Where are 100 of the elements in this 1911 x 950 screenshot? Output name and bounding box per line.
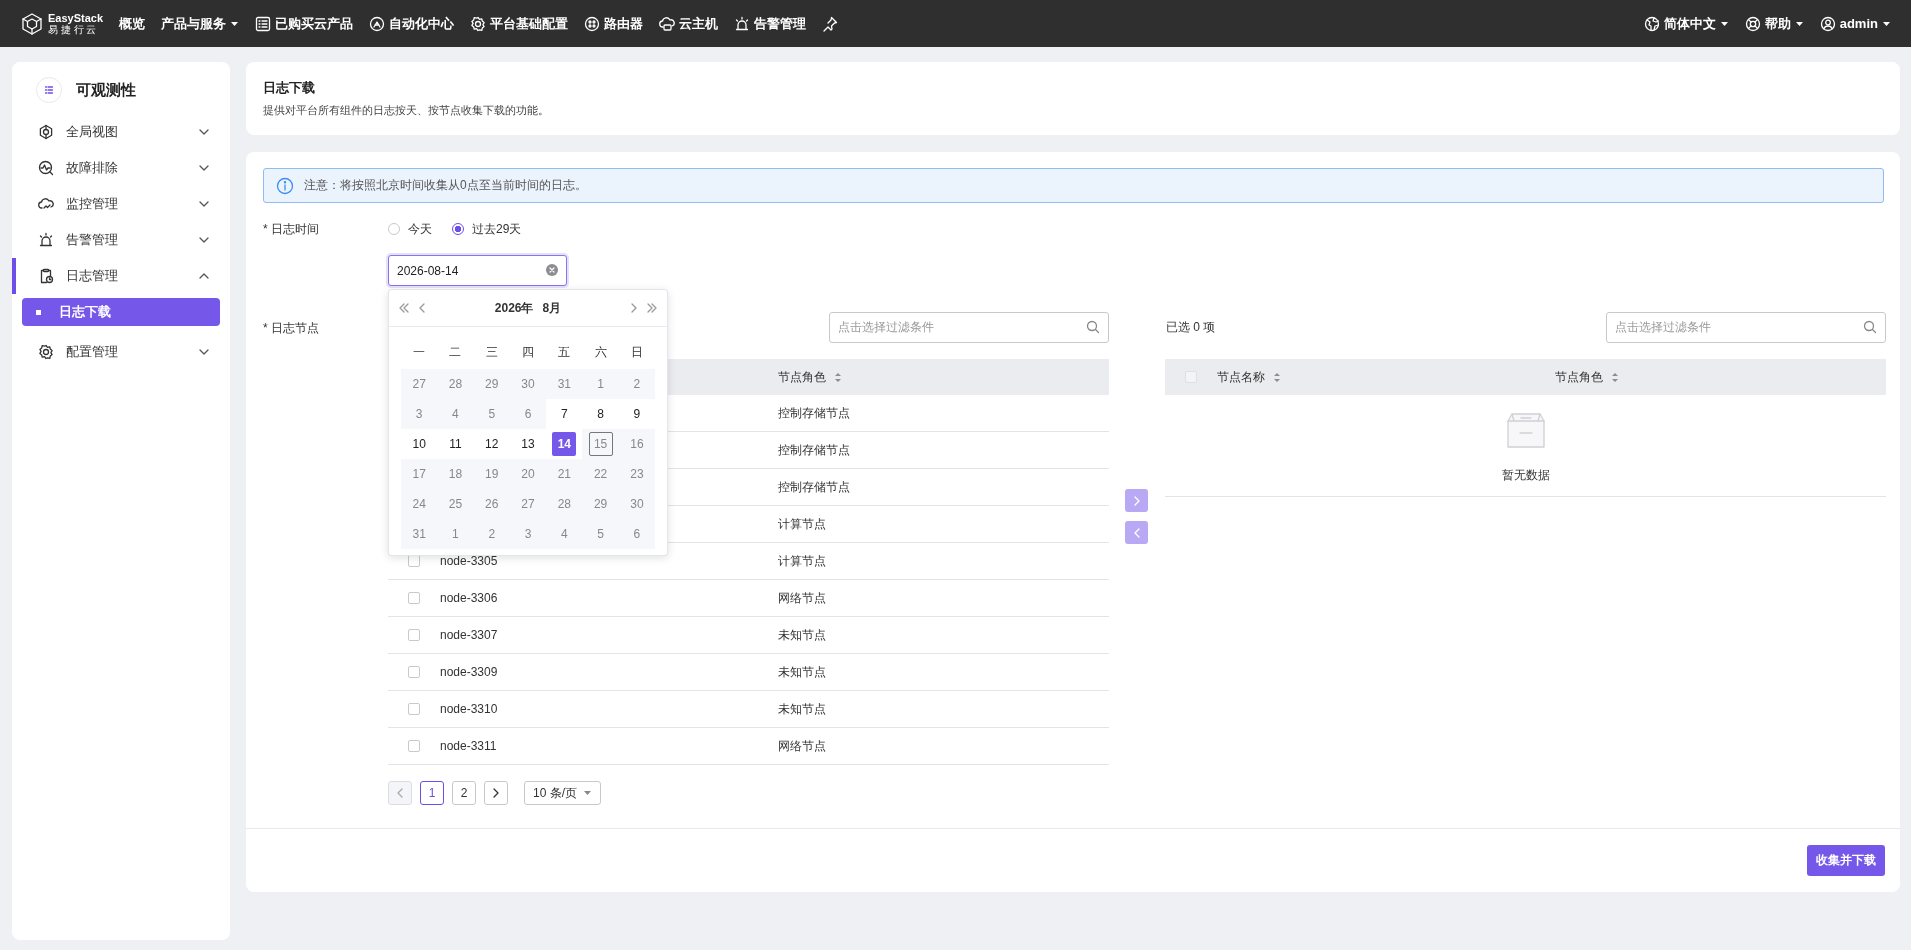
nav-link[interactable]: 路由器	[584, 14, 644, 33]
sidebar-item[interactable]: 监控管理	[12, 186, 220, 222]
calendar-day: 15	[588, 432, 613, 456]
checkbox[interactable]	[408, 629, 420, 641]
calendar-day: 6	[624, 522, 649, 546]
calendar-day[interactable]: 12	[479, 432, 504, 456]
sort-icon	[1273, 371, 1281, 383]
nav-link[interactable]: 产品与服务	[161, 14, 240, 33]
search-icon	[1086, 319, 1100, 334]
radio-option[interactable]: 今天	[388, 221, 432, 237]
list-icon	[255, 15, 272, 32]
lifebuoy-icon	[1744, 15, 1761, 32]
checkbox[interactable]	[408, 703, 420, 715]
menu-link[interactable]: 帮助	[1744, 14, 1804, 33]
calendar-day[interactable]: 10	[407, 432, 432, 456]
table-cell: 未知节点	[778, 663, 826, 681]
table-cell: 控制存储节点	[778, 441, 850, 459]
nav-link[interactable]: 自动化中心	[369, 14, 455, 33]
checkbox[interactable]	[408, 740, 420, 752]
checkbox[interactable]	[408, 666, 420, 678]
info-icon	[276, 176, 294, 195]
globe-icon	[1643, 15, 1660, 32]
calendar-day: 30	[624, 492, 649, 516]
table-cell: node-3307	[440, 628, 498, 642]
year-label[interactable]: 2026年	[494, 299, 534, 317]
calendar-day: 2	[479, 522, 504, 546]
weekday-label: 一	[412, 343, 427, 361]
sidebar-item[interactable]: 告警管理	[12, 222, 220, 258]
calendar-day: 21	[552, 462, 577, 486]
calendar-day: 26	[479, 492, 504, 516]
calendar-day: 4	[552, 522, 577, 546]
sidebar-item[interactable]: 配置管理	[12, 334, 220, 370]
table-cell: 网络节点	[778, 737, 826, 755]
table-cell: node-3305	[440, 554, 498, 568]
menu-link[interactable]: admin	[1819, 14, 1891, 33]
table-cell: 网络节点	[778, 589, 826, 607]
calendar-day[interactable]: 9	[624, 402, 649, 426]
table-cell: 未知节点	[778, 626, 826, 644]
sort-icon	[1611, 371, 1619, 383]
clipboard-icon	[38, 268, 54, 284]
calendar-day: 3	[516, 522, 541, 546]
double-chevron-right-icon[interactable]	[645, 301, 659, 315]
page-button[interactable]: 2	[452, 781, 476, 805]
nav-link[interactable]: 平台基础配置	[470, 14, 569, 33]
next-page-button[interactable]	[484, 781, 508, 805]
page-size-select[interactable]: 10 条/页	[524, 781, 601, 805]
selected-count: 已选 0 项	[1165, 318, 1216, 336]
collect-download-button[interactable]: 收集并下载	[1807, 845, 1885, 876]
double-chevron-left-icon[interactable]	[397, 301, 411, 315]
nav-link[interactable]: 已购买云产品	[255, 14, 354, 33]
menu-link[interactable]: 简体中文	[1643, 14, 1729, 33]
sidebar-item[interactable]: 日志管理	[12, 258, 220, 294]
caret-icon	[583, 789, 592, 797]
calendar-day[interactable]: 11	[443, 432, 468, 456]
date-field[interactable]: 2026-08-14	[388, 255, 567, 286]
calendar-day[interactable]: 14	[552, 432, 577, 456]
caret-icon	[1794, 19, 1804, 28]
column-header[interactable]: 节点角色	[1555, 368, 1603, 386]
caret-icon	[1882, 19, 1891, 28]
calendar-day: 28	[443, 372, 468, 396]
pin-icon[interactable]	[822, 15, 839, 32]
calendar-day: 4	[443, 402, 468, 426]
sidebar-item[interactable]: 全局视图	[12, 114, 220, 150]
sidebar-subitem[interactable]: 日志下载	[22, 298, 220, 326]
weekday-label: 四	[521, 343, 536, 361]
calendar-day: 17	[407, 462, 432, 486]
bullet-icon	[36, 309, 41, 315]
radio-option[interactable]: 过去29天	[452, 221, 522, 237]
calendar-day: 19	[479, 462, 504, 486]
search-icon	[1863, 319, 1877, 334]
calendar-day[interactable]: 8	[588, 402, 613, 426]
calendar-day: 5	[588, 522, 613, 546]
column-header[interactable]: 节点名称	[1217, 368, 1265, 386]
month-label[interactable]: 8月	[542, 299, 562, 317]
nav-link[interactable]: 概览	[119, 14, 146, 33]
calendar-day: 1	[443, 522, 468, 546]
weekday-label: 三	[484, 343, 499, 361]
empty-box-icon	[1504, 413, 1547, 449]
nav-link[interactable]: 云主机	[659, 14, 719, 33]
calendar-day: 27	[407, 372, 432, 396]
filter-field[interactable]: 点击选择过滤条件	[829, 311, 1109, 343]
calendar-day: 25	[443, 492, 468, 516]
alarm-bell-icon	[38, 232, 54, 248]
sidebar-item[interactable]: 故障排除	[12, 150, 220, 186]
clear-icon[interactable]	[546, 264, 558, 276]
table-cell: node-3311	[440, 739, 497, 753]
nav-link[interactable]: 告警管理	[734, 14, 807, 33]
calendar-day: 31	[552, 372, 577, 396]
cloud-server-icon	[659, 15, 676, 32]
filter-field[interactable]: 点击选择过滤条件	[1606, 311, 1886, 343]
column-header[interactable]: 节点角色	[778, 368, 826, 386]
calendar-day[interactable]: 13	[516, 432, 541, 456]
calendar-day: 5	[479, 402, 504, 426]
calendar-day: 20	[516, 462, 541, 486]
weekday-label: 六	[593, 343, 608, 361]
page-button[interactable]: 1	[420, 781, 444, 805]
checkbox[interactable]	[408, 592, 420, 604]
calendar-day: 23	[624, 462, 649, 486]
calendar-day[interactable]: 7	[552, 402, 577, 426]
calendar-day: 27	[516, 492, 541, 516]
